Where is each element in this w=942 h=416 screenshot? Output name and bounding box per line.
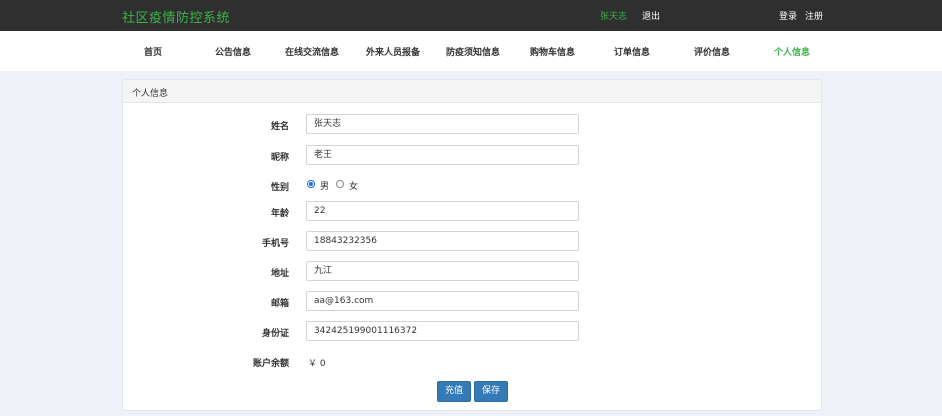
register-link[interactable]: 注册 bbox=[805, 9, 823, 22]
name-label: 姓名 bbox=[270, 122, 289, 132]
nav-item-profile[interactable]: 个人信息 bbox=[774, 45, 810, 58]
nickname-label: 昵称 bbox=[270, 153, 289, 163]
gender-label: 性别 bbox=[270, 183, 289, 193]
profile-panel: 个人信息 姓名 张天志 昵称 老王 性别 男 女 年龄 22 手机号 18843… bbox=[122, 79, 822, 411]
nav-item-online-chat[interactable]: 在线交流信息 bbox=[285, 45, 339, 58]
gender-female-label: 女 bbox=[349, 182, 359, 192]
panel-title: 个人信息 bbox=[132, 89, 169, 99]
idcard-field[interactable]: 342425199001116372 bbox=[306, 321, 579, 341]
balance-value: ￥ 0 bbox=[308, 359, 326, 369]
save-button[interactable]: 保存 bbox=[474, 381, 508, 402]
login-link[interactable]: 登录 bbox=[779, 9, 797, 22]
nickname-field[interactable]: 老王 bbox=[306, 145, 579, 165]
nav-item-prevention-notice[interactable]: 防疫须知信息 bbox=[446, 45, 500, 58]
nav-item-reviews[interactable]: 评价信息 bbox=[694, 45, 730, 58]
nav-item-announcements[interactable]: 公告信息 bbox=[215, 45, 251, 58]
gender-male-radio[interactable] bbox=[307, 180, 315, 188]
address-field[interactable]: 九江 bbox=[306, 261, 579, 281]
address-label: 地址 bbox=[270, 269, 289, 279]
email-field[interactable]: aa@163.com bbox=[306, 291, 579, 311]
main-nav: 首页 公告信息 在线交流信息 外来人员报备 防疫须知信息 购物车信息 订单信息 … bbox=[0, 31, 942, 71]
nav-item-visitor-report[interactable]: 外来人员报备 bbox=[366, 45, 420, 58]
nav-item-orders[interactable]: 订单信息 bbox=[614, 45, 650, 58]
idcard-label: 身份证 bbox=[261, 329, 289, 339]
nav-item-home[interactable]: 首页 bbox=[144, 45, 162, 58]
phone-field[interactable]: 18843232356 bbox=[306, 231, 579, 251]
gender-female-radio[interactable] bbox=[336, 180, 344, 188]
current-username[interactable]: 张天志 bbox=[600, 9, 627, 22]
nav-item-cart[interactable]: 购物车信息 bbox=[530, 45, 575, 58]
site-title: 社区疫情防控系统 bbox=[122, 11, 231, 26]
age-label: 年龄 bbox=[270, 209, 289, 219]
panel-header: 个人信息 bbox=[123, 80, 821, 103]
recharge-button[interactable]: 充值 bbox=[437, 381, 471, 402]
age-field[interactable]: 22 bbox=[306, 201, 579, 221]
balance-label: 账户余额 bbox=[252, 359, 289, 369]
email-label: 邮箱 bbox=[270, 299, 289, 309]
name-field[interactable]: 张天志 bbox=[306, 114, 579, 134]
gender-male-label: 男 bbox=[320, 182, 330, 192]
phone-label: 手机号 bbox=[261, 239, 289, 249]
logout-link[interactable]: 退出 bbox=[642, 9, 660, 22]
top-bar: 社区疫情防控系统 张天志 退出 登录 注册 bbox=[0, 0, 942, 31]
